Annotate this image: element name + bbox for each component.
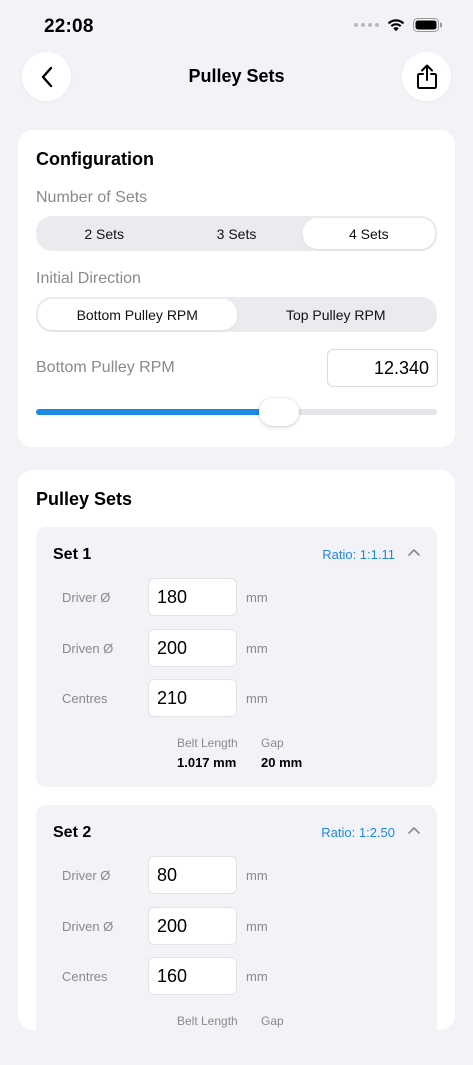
set-ratio[interactable]: Ratio: 1:2.50: [321, 825, 395, 840]
battery-icon: [413, 18, 442, 32]
set-ratio[interactable]: Ratio: 1:1.11: [322, 547, 395, 562]
pulley-sets-title: Pulley Sets: [36, 489, 133, 509]
chevron-up-icon[interactable]: [408, 548, 420, 556]
chevron-up-icon[interactable]: [408, 826, 420, 834]
number-of-sets-label: Number of Sets: [36, 189, 148, 206]
pulley-set-1: Set 1 Ratio: 1:1.11 Driver Ø 180 mm Driv…: [36, 527, 437, 787]
segment-4-sets[interactable]: 4 Sets: [302, 218, 435, 249]
gap-label: Gap: [261, 1014, 284, 1028]
pulley-set-2: Set 2 Ratio: 1:2.50 Driver Ø 80 mm Drive…: [36, 805, 437, 1065]
belt-length-value: 1.017 mm: [177, 755, 237, 770]
driver-unit: mm: [246, 590, 268, 605]
bottom-pulley-rpm-label: Bottom Pulley RPM: [36, 359, 175, 376]
rpm-slider-fill: [36, 409, 279, 415]
share-icon: [416, 64, 437, 89]
centres-label: Centres: [62, 691, 108, 706]
rpm-slider[interactable]: [36, 398, 437, 426]
driver-diameter-label: Driver Ø: [62, 868, 111, 883]
segment-2-sets[interactable]: 2 Sets: [38, 218, 170, 249]
status-bar: 22:08: [0, 0, 473, 54]
initial-direction-label: Initial Direction: [36, 270, 141, 287]
driven-diameter-label: Driven Ø: [62, 641, 114, 656]
driven-diameter-label: Driven Ø: [62, 919, 114, 934]
segment-bottom-pulley-rpm[interactable]: Bottom Pulley RPM: [38, 299, 237, 330]
driver-unit: mm: [246, 868, 268, 883]
centres-input[interactable]: 210: [148, 679, 237, 717]
set-title: Set 2: [53, 824, 92, 841]
wifi-icon: [387, 19, 405, 32]
gap-label: Gap: [261, 736, 284, 750]
driven-unit: mm: [246, 919, 268, 934]
belt-length-label: Belt Length: [177, 1014, 238, 1028]
nav-bar: Pulley Sets: [0, 52, 473, 102]
driven-unit: mm: [246, 641, 268, 656]
configuration-card: Configuration Number of Sets 2 Sets 3 Se…: [18, 130, 455, 447]
driven-diameter-input[interactable]: 200: [148, 629, 237, 667]
centres-input[interactable]: 160: [148, 957, 237, 995]
gap-value: 20 mm: [261, 755, 303, 770]
number-of-sets-segmented: 2 Sets 3 Sets 4 Sets: [36, 216, 437, 251]
initial-direction-segmented: Bottom Pulley RPM Top Pulley RPM: [36, 297, 437, 332]
set-title: Set 1: [53, 546, 92, 563]
driver-diameter-input[interactable]: 80: [148, 856, 237, 894]
centres-label: Centres: [62, 969, 108, 984]
share-button[interactable]: [402, 52, 451, 101]
rpm-slider-thumb[interactable]: [258, 398, 299, 426]
segment-top-pulley-rpm[interactable]: Top Pulley RPM: [237, 299, 436, 330]
driven-diameter-input[interactable]: 200: [148, 907, 237, 945]
segment-3-sets[interactable]: 3 Sets: [170, 218, 302, 249]
cellular-dots-icon: [354, 23, 379, 27]
driver-diameter-label: Driver Ø: [62, 590, 111, 605]
bottom-pulley-rpm-input[interactable]: 12.340: [327, 349, 438, 387]
pulley-sets-card: Pulley Sets Set 1 Ratio: 1:1.11 Driver Ø…: [18, 470, 455, 1065]
status-time: 22:08: [44, 16, 94, 37]
belt-length-label: Belt Length: [177, 736, 238, 750]
centres-unit: mm: [246, 969, 268, 984]
driver-diameter-input[interactable]: 180: [148, 578, 237, 616]
configuration-title: Configuration: [36, 149, 154, 169]
centres-unit: mm: [246, 691, 268, 706]
status-icons: [354, 18, 443, 32]
